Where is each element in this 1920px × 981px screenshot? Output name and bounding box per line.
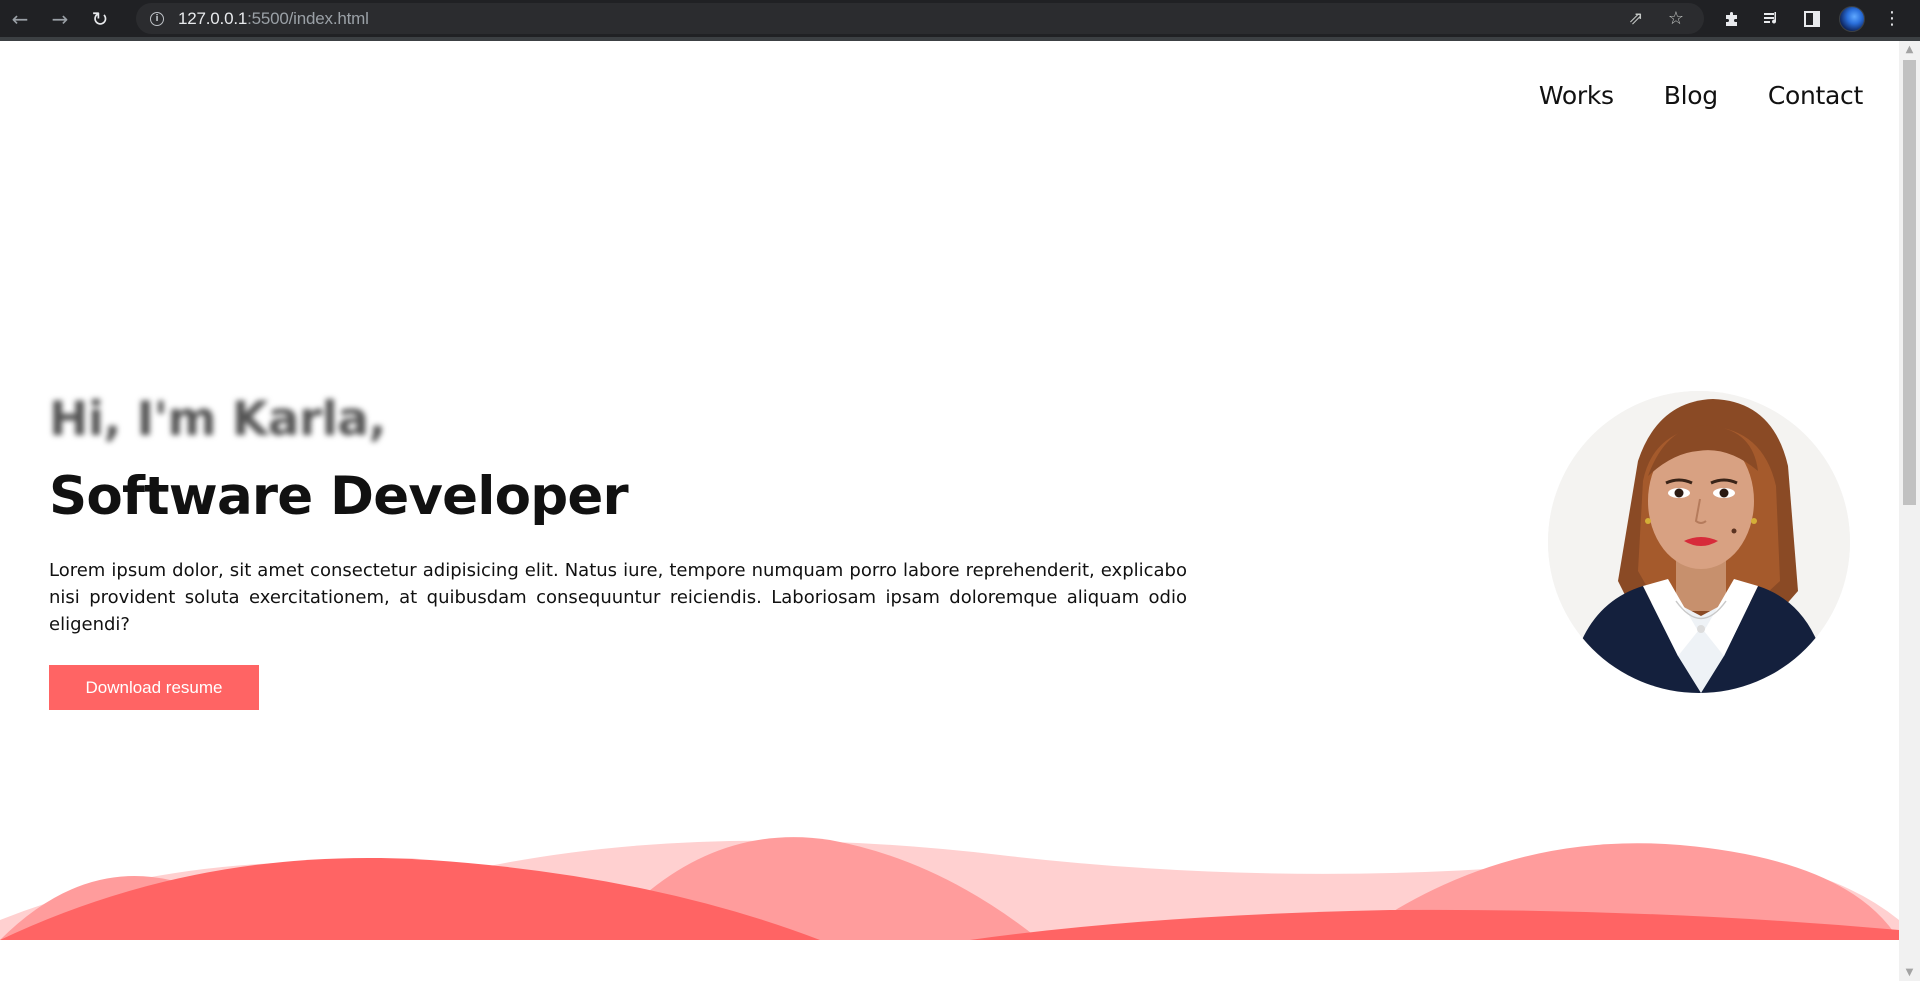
media-queue-icon[interactable] — [1752, 0, 1792, 37]
nav-link-works[interactable]: Works — [1539, 81, 1614, 110]
reload-button[interactable]: ↻ — [80, 0, 120, 37]
puzzle-icon[interactable] — [1712, 0, 1752, 37]
hero-greeting: Hi, I'm Karla, — [49, 392, 386, 447]
back-button[interactable]: ← — [0, 0, 40, 37]
arrow-right-icon: → — [51, 6, 69, 31]
scroll-thumb[interactable] — [1903, 60, 1916, 505]
address-bar[interactable]: i 127.0.0.1:5500/index.html ⇗ ☆ — [136, 3, 1704, 34]
forward-button[interactable]: → — [40, 0, 80, 37]
browser-toolbar: ← → ↻ i 127.0.0.1:5500/index.html ⇗ ☆ ⋮ — [0, 0, 1920, 37]
nav-link-contact[interactable]: Contact — [1768, 81, 1863, 110]
scroll-down-arrow-icon[interactable]: ▼ — [1899, 964, 1920, 981]
url-path: :5500/index.html — [247, 8, 369, 28]
scroll-up-arrow-icon[interactable]: ▲ — [1899, 41, 1920, 58]
arrow-left-icon: ← — [11, 6, 29, 31]
page-scrollbar[interactable]: ▲ ▼ — [1899, 41, 1920, 981]
star-icon[interactable]: ☆ — [1656, 3, 1696, 34]
url-text[interactable]: 127.0.0.1:5500/index.html — [178, 9, 369, 29]
profile-photo — [1548, 391, 1850, 693]
hero-description: Lorem ipsum dolor, sit amet consectetur … — [49, 560, 1187, 635]
url-host: 127.0.0.1 — [178, 8, 248, 28]
hero-title: Software Developer — [49, 466, 629, 527]
kebab-menu-icon[interactable]: ⋮ — [1872, 0, 1912, 37]
reload-icon: ↻ — [91, 6, 109, 31]
share-icon[interactable]: ⇗ — [1616, 3, 1656, 34]
info-icon[interactable]: i — [150, 11, 164, 26]
profile-avatar-icon[interactable] — [1832, 0, 1872, 37]
site-nav: Works Blog Contact — [1539, 81, 1863, 110]
decorative-waves — [0, 837, 1899, 940]
side-panel-icon[interactable] — [1792, 0, 1832, 37]
nav-link-blog[interactable]: Blog — [1664, 81, 1718, 110]
download-resume-button[interactable]: Download resume — [49, 665, 259, 710]
